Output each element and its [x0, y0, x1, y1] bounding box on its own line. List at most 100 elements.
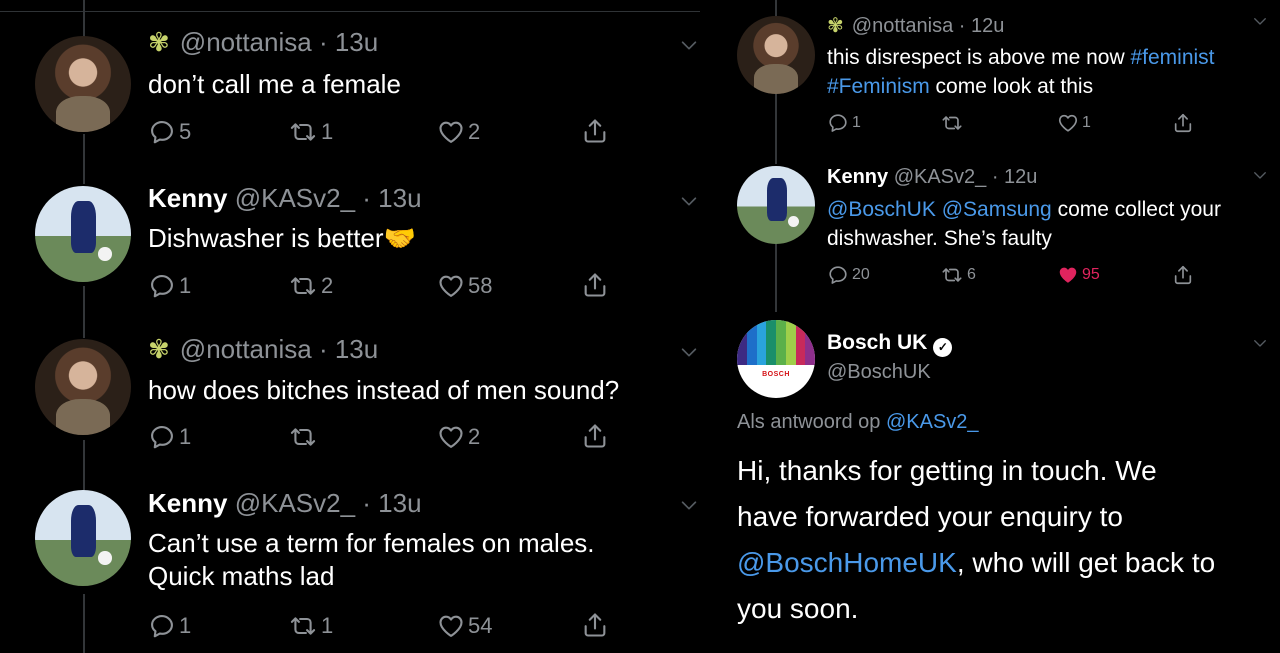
- retweet-icon: [288, 612, 318, 640]
- share-button[interactable]: [1172, 111, 1194, 135]
- retweet-button[interactable]: [288, 423, 321, 451]
- retweet-icon: [288, 118, 318, 146]
- reply-button[interactable]: 1: [148, 272, 191, 300]
- butterfly-emoji-icon: ✾: [827, 15, 844, 37]
- retweet-button[interactable]: 2: [288, 272, 333, 300]
- like-count: 2: [468, 119, 481, 144]
- avatar[interactable]: [737, 166, 815, 244]
- retweet-icon: [940, 264, 964, 286]
- retweet-icon: [288, 272, 318, 300]
- tweet[interactable]: ✾ @nottanisa · 12u this disrespect is abo…: [716, 0, 1280, 150]
- chevron-down-icon[interactable]: [678, 494, 700, 521]
- share-button[interactable]: [581, 421, 609, 451]
- tweet[interactable]: Kenny @KASv2_ · 12u @BoschUK @Samsung co…: [716, 150, 1280, 310]
- reply-button[interactable]: 1: [827, 112, 861, 134]
- reply-context: Als antwoord op @KASv2_: [737, 411, 979, 434]
- chevron-down-icon[interactable]: [1251, 12, 1269, 35]
- share-button[interactable]: [581, 610, 609, 640]
- mention-link[interactable]: @BoschHomeUK: [737, 547, 957, 578]
- reply-icon: [148, 272, 176, 300]
- share-button[interactable]: [581, 116, 609, 146]
- tweet[interactable]: ✾ @nottanisa · 13u how does bitches inste…: [0, 315, 716, 468]
- timestamp[interactable]: 13u: [378, 183, 421, 213]
- like-icon: [437, 118, 465, 146]
- tweet-meta: Bosch UK ✓: [827, 331, 953, 357]
- share-icon: [581, 421, 609, 451]
- share-icon: [581, 116, 609, 146]
- verified-icon: ✓: [933, 337, 953, 357]
- tweet[interactable]: Kenny @KASv2_ · 13u Dishwasher is better…: [0, 160, 716, 315]
- handle[interactable]: @BoschUK: [827, 361, 931, 384]
- like-icon: [1057, 264, 1079, 286]
- display-name[interactable]: Kenny: [827, 166, 888, 188]
- reply-count: 1: [852, 114, 861, 131]
- avatar[interactable]: BOSCH: [737, 320, 815, 398]
- tweet-text: Can’t use a term for females on males. Q…: [148, 527, 595, 594]
- like-button[interactable]: 2: [437, 423, 480, 451]
- chevron-down-icon[interactable]: [1251, 166, 1269, 189]
- share-icon: [1172, 263, 1194, 287]
- reply-count: 1: [179, 273, 192, 298]
- chevron-down-icon[interactable]: [678, 34, 700, 61]
- tweet[interactable]: ✾ @nottanisa · 13u don’t call me a female…: [0, 0, 716, 160]
- retweet-button[interactable]: [940, 112, 967, 134]
- timestamp[interactable]: 13u: [335, 334, 378, 364]
- handle[interactable]: @KASv2_: [894, 166, 987, 188]
- mention-link[interactable]: @Samsung: [942, 198, 1052, 221]
- avatar[interactable]: [35, 339, 131, 435]
- like-count: 95: [1082, 266, 1100, 283]
- like-icon: [1057, 112, 1079, 134]
- reply-button[interactable]: 1: [148, 612, 191, 640]
- retweet-button[interactable]: 1: [288, 612, 333, 640]
- retweet-button[interactable]: 6: [940, 264, 976, 286]
- timestamp[interactable]: 12u: [1004, 166, 1037, 188]
- handle[interactable]: @nottanisa: [180, 27, 312, 57]
- avatar[interactable]: [35, 490, 131, 586]
- like-button[interactable]: 1: [1057, 112, 1091, 134]
- like-button[interactable]: 58: [437, 272, 492, 300]
- reply-icon: [148, 423, 176, 451]
- avatar[interactable]: [737, 16, 815, 94]
- reply-icon: [827, 264, 849, 286]
- like-button[interactable]: 54: [437, 612, 492, 640]
- hashtag-link[interactable]: #feminist: [1130, 46, 1214, 69]
- handle[interactable]: @KASv2_: [235, 183, 355, 213]
- timestamp[interactable]: 13u: [335, 27, 378, 57]
- display-name[interactable]: Kenny: [148, 183, 227, 213]
- hashtag-link[interactable]: #Feminism: [827, 75, 930, 98]
- display-name[interactable]: Kenny: [148, 488, 227, 518]
- tweet-text: Dishwasher is better🤝: [148, 222, 416, 255]
- reply-icon: [827, 112, 849, 134]
- handle[interactable]: @nottanisa: [180, 334, 312, 364]
- timestamp[interactable]: 13u: [378, 488, 421, 518]
- handle[interactable]: @nottanisa: [852, 15, 953, 37]
- mention-link[interactable]: @KASv2_: [886, 411, 979, 433]
- tweet[interactable]: BOSCH Bosch UK ✓ @BoschUK Als antwoord op…: [716, 310, 1280, 653]
- retweet-button[interactable]: 1: [288, 118, 333, 146]
- chevron-down-icon[interactable]: [678, 190, 700, 217]
- like-icon: [437, 423, 465, 451]
- avatar[interactable]: [35, 186, 131, 282]
- tweet-meta: Kenny @KASv2_ · 12u: [827, 166, 1038, 188]
- timestamp[interactable]: 12u: [971, 15, 1004, 37]
- mention-link[interactable]: @BoschUK: [827, 198, 936, 221]
- share-button[interactable]: [1172, 263, 1194, 287]
- reply-button[interactable]: 1: [148, 423, 191, 451]
- reply-button[interactable]: 20: [827, 264, 870, 286]
- share-button[interactable]: [581, 270, 609, 300]
- like-button[interactable]: 95: [1057, 264, 1100, 286]
- tweet[interactable]: Kenny @KASv2_ · 13u Can’t use a term for…: [0, 468, 716, 653]
- handshake-emoji-icon: 🤝: [383, 223, 416, 253]
- chevron-down-icon[interactable]: [1251, 334, 1269, 357]
- tweet-text-line: @BoschHomeUK, who will get back to: [737, 540, 1277, 586]
- tweet-meta: Kenny @KASv2_ · 13u: [148, 488, 422, 518]
- chevron-down-icon[interactable]: [678, 341, 700, 368]
- tweet-meta: ✾ @nottanisa · 13u: [148, 27, 379, 57]
- display-name[interactable]: Bosch UK: [827, 331, 927, 354]
- reply-button[interactable]: 5: [148, 118, 191, 146]
- handle[interactable]: @KASv2_: [235, 488, 355, 518]
- like-button[interactable]: 2: [437, 118, 480, 146]
- tweet-text-body: this disrespect is above me now: [827, 46, 1131, 69]
- tweet-meta: Kenny @KASv2_ · 13u: [148, 183, 422, 213]
- avatar[interactable]: [35, 36, 131, 132]
